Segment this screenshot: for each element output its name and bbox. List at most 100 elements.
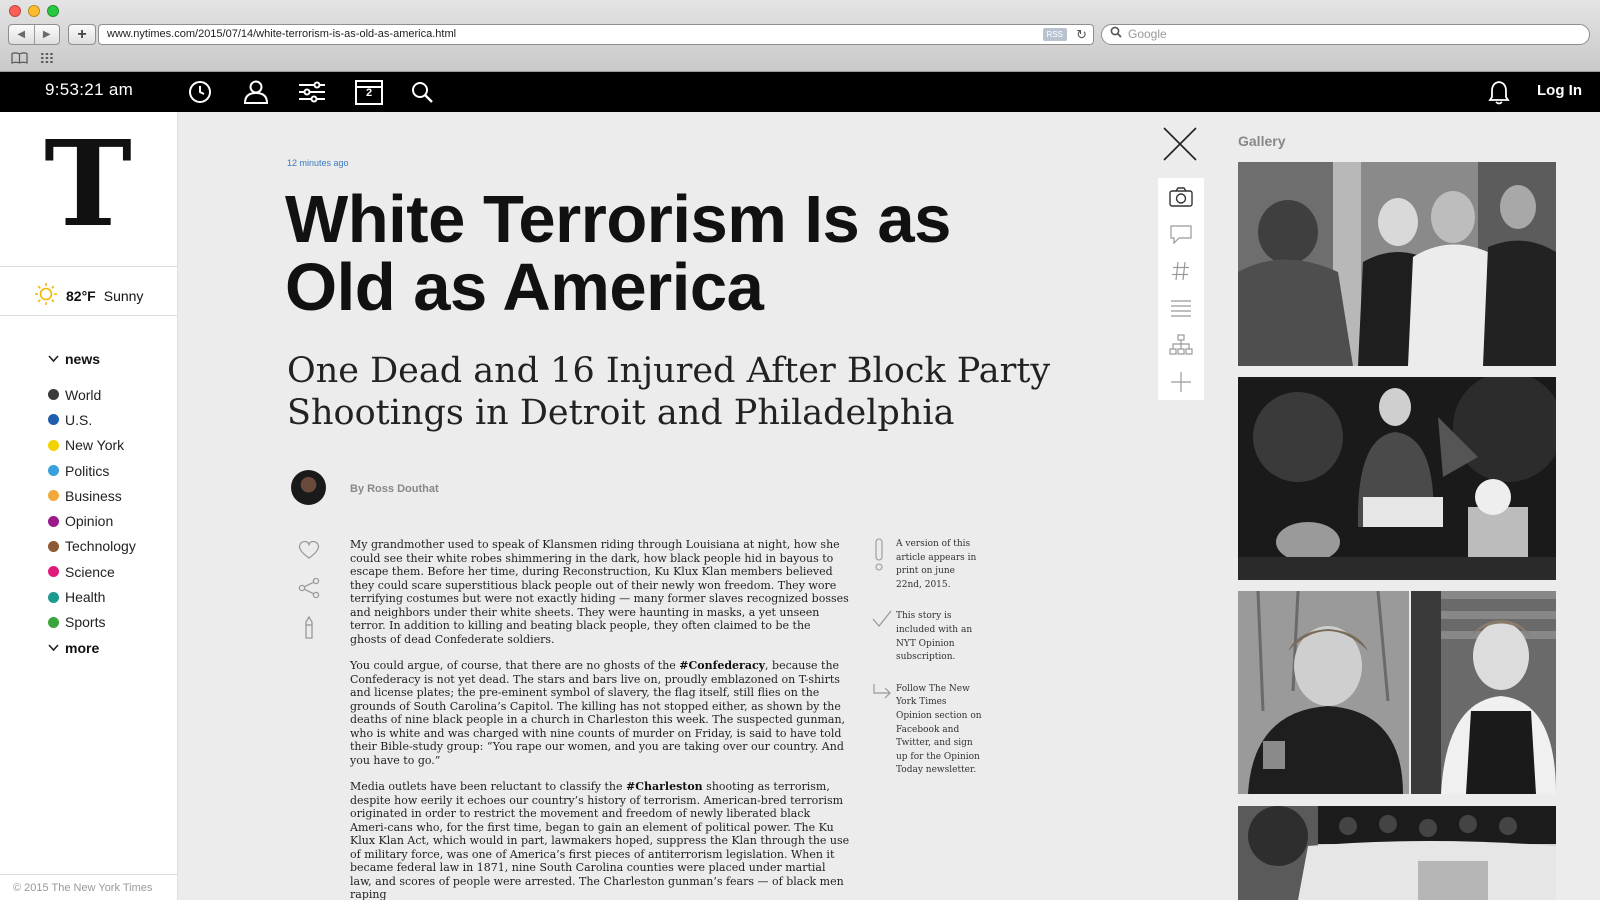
sidebar-item-opinion[interactable]: Opinion — [48, 508, 136, 533]
gallery-photo-3[interactable] — [1238, 591, 1409, 794]
hashtag-icon[interactable] — [1158, 252, 1204, 289]
sliders-icon[interactable] — [298, 78, 326, 106]
window-controls — [9, 5, 59, 17]
section-color-dot — [48, 591, 59, 603]
close-icon[interactable] — [1160, 124, 1200, 164]
subhead-line: Shootings in Detroit and Philadelphia — [287, 393, 955, 433]
calendar-icon[interactable]: 2 — [355, 78, 383, 106]
sidebar-item-technology[interactable]: Technology — [48, 534, 136, 559]
plus-icon[interactable] — [1158, 363, 1204, 400]
share-icon[interactable] — [298, 577, 320, 603]
article-byline[interactable]: By Ross Douthat — [350, 483, 439, 495]
history-nav: ◀ ▶ — [8, 24, 60, 45]
note-text: Follow The New York Times Opinion sectio… — [896, 683, 982, 776]
text-lines-icon[interactable] — [1158, 289, 1204, 326]
chevron-down-icon — [48, 644, 59, 652]
nav-section-news[interactable]: news — [48, 351, 100, 367]
heart-icon[interactable] — [298, 540, 320, 565]
section-color-dot — [48, 515, 59, 527]
sidebar: T 82°F Sunny news World U.S. New York Po… — [0, 112, 178, 900]
gallery-photo-2[interactable] — [1238, 377, 1556, 580]
pencil-icon[interactable] — [298, 615, 320, 645]
camera-icon[interactable] — [1158, 178, 1204, 215]
rss-badge[interactable]: RSS — [1042, 28, 1067, 41]
sidebar-item-politics[interactable]: Politics — [48, 458, 136, 483]
sidebar-item-label: Science — [65, 563, 115, 580]
section-color-dot — [48, 389, 59, 401]
sun-icon — [34, 282, 58, 309]
gallery-photo-1[interactable] — [1238, 162, 1556, 366]
clock-icon[interactable] — [186, 78, 214, 106]
section-color-dot — [48, 439, 59, 451]
note-text: A version of this article appears in pri… — [896, 539, 977, 590]
user-icon[interactable] — [242, 78, 270, 106]
article-body: My grandmother used to speak of Klansmen… — [350, 538, 850, 900]
search-icon[interactable] — [408, 78, 436, 106]
article-headline: White Terrorism Is as Old as America — [285, 186, 1145, 322]
zoom-window-button[interactable] — [47, 5, 59, 17]
top-sites-grid-icon[interactable] — [40, 52, 54, 64]
hashtag-link[interactable]: #Confederacy — [679, 659, 765, 672]
sidebar-item-label: Opinion — [65, 513, 114, 530]
article-paragraph: You could argue, of course, that there a… — [350, 659, 850, 767]
gallery-photo-4[interactable] — [1411, 591, 1556, 794]
calendar-number: 2 — [365, 87, 373, 99]
article-side-notes: A version of this article appears in pri… — [872, 538, 982, 796]
paragraph-text: shooting as terrorism, despite how eeril… — [350, 780, 850, 900]
minimize-window-button[interactable] — [28, 5, 40, 17]
browser-search-field[interactable]: Google — [1101, 24, 1590, 45]
sidebar-divider — [0, 874, 178, 875]
login-button[interactable]: Log In — [1537, 82, 1582, 99]
sidebar-item-label: World — [65, 386, 102, 403]
gallery-photo-5[interactable] — [1238, 806, 1556, 900]
weather-temp: 82°F — [66, 287, 96, 304]
sidebar-item-label: Business — [65, 487, 122, 504]
weather-condition: Sunny — [103, 287, 144, 304]
follow-note[interactable]: Follow The New York Times Opinion sectio… — [872, 683, 982, 778]
section-color-dot — [48, 566, 59, 578]
hashtag-link[interactable]: #Charleston — [626, 780, 703, 793]
article-paragraph: Media outlets have been reluctant to cla… — [350, 780, 850, 900]
sidebar-divider — [0, 266, 178, 267]
arrow-return-icon — [873, 683, 891, 699]
clock-time: 9:53:21 am — [45, 80, 134, 99]
sidebar-item-label: Technology — [65, 538, 136, 555]
article-timestamp: 12 minutes ago — [287, 158, 349, 168]
section-color-dot — [48, 414, 59, 426]
nav-section-more[interactable]: more — [48, 640, 99, 656]
weather-widget[interactable]: 82°F Sunny — [34, 282, 143, 309]
url-text: www.nytimes.com/2015/07/14/white-terrori… — [107, 28, 457, 40]
gallery-title: Gallery — [1238, 133, 1286, 149]
sidebar-item-new-york[interactable]: New York — [48, 433, 136, 458]
sidebar-item-label: Politics — [65, 462, 110, 479]
sitemap-icon[interactable] — [1158, 326, 1204, 363]
close-window-button[interactable] — [9, 5, 21, 17]
reload-icon[interactable]: ↻ — [1076, 25, 1087, 44]
forward-button[interactable]: ▶ — [33, 25, 60, 44]
author-avatar[interactable] — [291, 470, 326, 505]
sidebar-item-label: Sports — [65, 614, 106, 631]
sidebar-item-world[interactable]: World — [48, 382, 136, 407]
sidebar-item-science[interactable]: Science — [48, 559, 136, 584]
sidebar-item-us[interactable]: U.S. — [48, 407, 136, 432]
new-tab-button[interactable]: + — [68, 24, 96, 45]
headline-line: White Terrorism Is as — [285, 182, 951, 257]
address-bar[interactable]: www.nytimes.com/2015/07/14/white-terrori… — [98, 24, 1094, 45]
checkmark-icon — [872, 611, 892, 628]
article-tool-rail — [1158, 178, 1204, 400]
nyt-logo[interactable]: T — [42, 125, 134, 243]
paragraph-text: , because the Confederacy is not yet dea… — [350, 659, 846, 767]
sidebar-item-label: New York — [65, 437, 125, 454]
bookmarks-book-icon[interactable] — [11, 52, 28, 67]
bell-icon[interactable] — [1488, 79, 1510, 110]
back-button[interactable]: ◀ — [9, 25, 34, 44]
section-color-dot — [48, 490, 59, 502]
sidebar-item-business[interactable]: Business — [48, 483, 136, 508]
paragraph-text: Media outlets have been reluctant to cla… — [350, 780, 626, 793]
sidebar-item-health[interactable]: Health — [48, 584, 136, 609]
comment-icon[interactable] — [1158, 215, 1204, 252]
nav-section-label: more — [65, 640, 100, 656]
sidebar-item-sports[interactable]: Sports — [48, 610, 136, 635]
search-placeholder: Google — [1128, 27, 1167, 41]
nav-section-label: news — [65, 351, 101, 367]
